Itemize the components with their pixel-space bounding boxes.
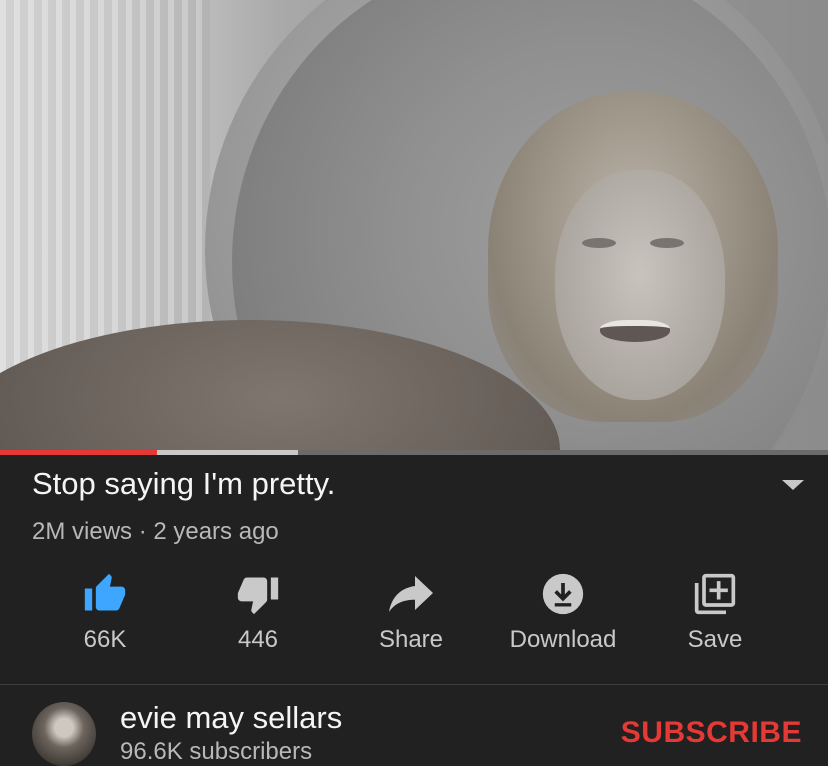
expand-icon[interactable] (782, 480, 804, 490)
subscribe-button[interactable]: SUBSCRIBE (621, 716, 802, 750)
video-title[interactable]: Stop saying I'm pretty. (32, 466, 335, 502)
channel-name[interactable]: evie may sellars (120, 700, 342, 736)
save-button[interactable]: Save (640, 568, 790, 654)
video-frame-eye-right (650, 238, 684, 248)
thumbs-up-icon (84, 573, 126, 611)
action-bar: 66K 446 Share Download Save (30, 568, 800, 668)
video-frame-mouth (600, 320, 670, 342)
download-icon (542, 573, 584, 615)
video-progress-bar[interactable] (0, 450, 828, 455)
played-bar (0, 450, 158, 455)
subscriber-count: 96.6K subscribers (120, 738, 313, 765)
like-count: 66K (83, 626, 127, 653)
share-label: Share (378, 626, 444, 653)
share-button[interactable]: Share (336, 568, 486, 654)
share-icon (389, 576, 433, 612)
video-frame-eye-left (582, 238, 616, 248)
dislike-button[interactable]: 446 (183, 568, 333, 654)
thumbs-down-icon (237, 577, 279, 615)
video-meta: 2M views · 2 years ago (32, 518, 279, 545)
divider (0, 684, 828, 685)
video-frame-face (555, 170, 725, 400)
avatar[interactable] (32, 702, 96, 766)
download-button[interactable]: Download (488, 568, 638, 654)
save-label: Save (687, 626, 743, 653)
save-playlist-icon (694, 573, 736, 615)
video-player[interactable] (0, 0, 828, 452)
dislike-count: 446 (237, 626, 279, 653)
download-label: Download (509, 626, 617, 653)
like-button[interactable]: 66K (30, 568, 180, 654)
